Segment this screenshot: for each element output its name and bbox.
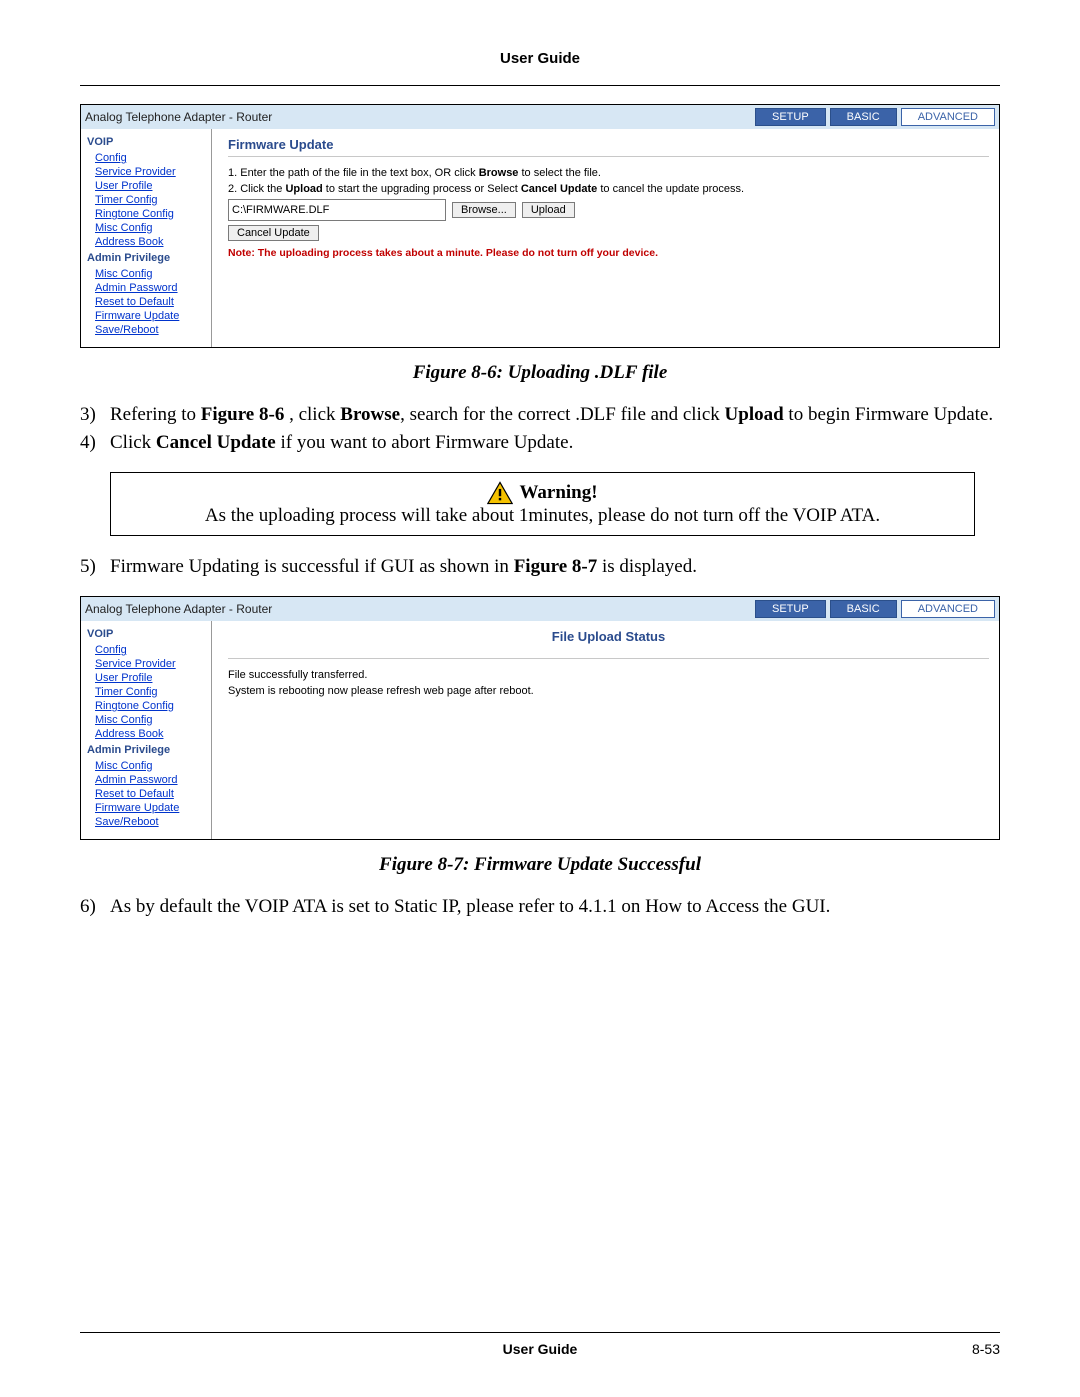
router-window-title-2: Analog Telephone Adapter - Router [85, 602, 751, 616]
figure-8-6-screenshot: Analog Telephone Adapter - Router SETUP … [80, 104, 1000, 348]
warning-text: As the uploading process will take about… [129, 505, 956, 527]
sidebar-item-user-profile[interactable]: User Profile [87, 179, 205, 193]
sidebar-item-save-reboot-2[interactable]: Save/Reboot [87, 815, 205, 829]
page-footer: User Guide 8-53 [80, 1332, 1000, 1357]
sidebar-item-firmware-update-2[interactable]: Firmware Update [87, 801, 205, 815]
router-window-title: Analog Telephone Adapter - Router [85, 110, 751, 124]
step-3: 3) Refering to Figure 8-6 , click Browse… [80, 404, 1000, 426]
upload-button[interactable]: Upload [522, 202, 575, 218]
sidebar-section-voip: VOIP [87, 133, 205, 151]
browse-button[interactable]: Browse... [452, 202, 516, 218]
sidebar-item-timer-config-2[interactable]: Timer Config [87, 685, 205, 699]
panel-heading-upload-status: File Upload Status [228, 627, 989, 648]
warning-box: Warning! As the uploading process will t… [110, 472, 975, 536]
sidebar-item-admin-password-2[interactable]: Admin Password [87, 773, 205, 787]
sidebar-item-misc-config-admin-2[interactable]: Misc Config [87, 759, 205, 773]
footer-page-number: 8-53 [920, 1341, 1000, 1357]
upload-warning-note: Note: The uploading process takes about … [228, 247, 989, 259]
figure-8-7-screenshot: Analog Telephone Adapter - Router SETUP … [80, 596, 1000, 840]
router-sidebar-2: VOIP Config Service Provider User Profil… [81, 621, 212, 839]
warning-label: Warning! [519, 482, 597, 504]
sidebar-item-config-2[interactable]: Config [87, 643, 205, 657]
sidebar-item-ringtone-config-2[interactable]: Ringtone Config [87, 699, 205, 713]
sidebar-section-admin-2: Admin Privilege [87, 741, 205, 759]
sidebar-item-misc-config-2[interactable]: Misc Config [87, 267, 205, 281]
tab-advanced-2[interactable]: ADVANCED [901, 600, 995, 618]
sidebar-item-reset-default-2[interactable]: Reset to Default [87, 787, 205, 801]
sidebar-item-misc-config[interactable]: Misc Config [87, 221, 205, 235]
header-rule [80, 85, 1000, 86]
page-header: User Guide [80, 50, 1000, 67]
sidebar-item-ringtone-config[interactable]: Ringtone Config [87, 207, 205, 221]
sidebar-item-config[interactable]: Config [87, 151, 205, 165]
instruction-1: 1. Enter the path of the file in the tex… [228, 167, 989, 179]
cancel-update-button[interactable]: Cancel Update [228, 225, 319, 241]
tab-basic[interactable]: BASIC [830, 108, 897, 126]
sidebar-item-service-provider-2[interactable]: Service Provider [87, 657, 205, 671]
sidebar-section-voip-2: VOIP [87, 625, 205, 643]
tab-advanced[interactable]: ADVANCED [901, 108, 995, 126]
sidebar-item-address-book[interactable]: Address Book [87, 235, 205, 249]
footer-title: User Guide [160, 1341, 920, 1357]
sidebar-item-firmware-update[interactable]: Firmware Update [87, 309, 205, 323]
router-sidebar: VOIP Config Service Provider User Profil… [81, 129, 212, 347]
figure-8-6-caption: Figure 8-6: Uploading .DLF file [80, 362, 1000, 384]
sidebar-item-misc-config-b[interactable]: Misc Config [87, 713, 205, 727]
tab-setup[interactable]: SETUP [755, 108, 826, 126]
sidebar-item-timer-config[interactable]: Timer Config [87, 193, 205, 207]
tab-basic-2[interactable]: BASIC [830, 600, 897, 618]
sidebar-item-save-reboot[interactable]: Save/Reboot [87, 323, 205, 337]
sidebar-item-address-book-2[interactable]: Address Book [87, 727, 205, 741]
sidebar-item-user-profile-2[interactable]: User Profile [87, 671, 205, 685]
panel-heading-firmware-update: Firmware Update [228, 135, 989, 157]
step-4: 4) Click Cancel Update if you want to ab… [80, 432, 1000, 454]
footer-rule [80, 1332, 1000, 1333]
status-line-2: System is rebooting now please refresh w… [228, 685, 989, 697]
step-5: 5) Firmware Updating is successful if GU… [80, 556, 1000, 578]
sidebar-item-reset-default[interactable]: Reset to Default [87, 295, 205, 309]
firmware-path-input[interactable] [228, 199, 446, 221]
step-6: 6) As by default the VOIP ATA is set to … [80, 896, 1000, 918]
sidebar-item-service-provider[interactable]: Service Provider [87, 165, 205, 179]
sidebar-section-admin: Admin Privilege [87, 249, 205, 267]
tab-setup-2[interactable]: SETUP [755, 600, 826, 618]
sidebar-item-admin-password[interactable]: Admin Password [87, 281, 205, 295]
status-line-1: File successfully transferred. [228, 669, 989, 681]
instruction-2: 2. Click the Upload to start the upgradi… [228, 183, 989, 195]
figure-8-7-caption: Figure 8-7: Firmware Update Successful [80, 854, 1000, 876]
warning-icon [487, 481, 513, 505]
